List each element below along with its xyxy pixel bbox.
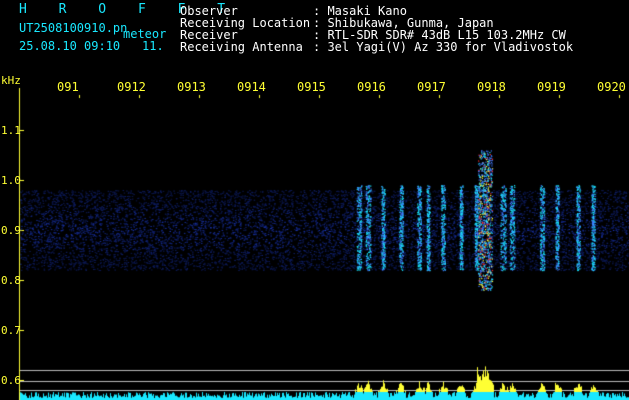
x-tick-label: 0912 [117,80,146,94]
y-tick-label: 0.7 [1,324,21,337]
x-tick-label: 0920 [597,80,626,94]
x-tick-label: 091 [57,80,79,94]
filename: UT2508100910.pn [19,21,128,35]
y-tick-label: 0.9 [1,224,21,237]
info-value-antenna: : 3el Yagi(V) Az 330 for Vladivostok [313,40,574,54]
x-tick-label: 0913 [177,80,206,94]
x-tick-label: 0915 [297,80,326,94]
y-tick-label: 1.0 [1,174,21,187]
x-tick-label: 0916 [357,80,386,94]
y-tick-label: 0.6 [1,374,21,387]
y-axis-unit-label: kHz [1,74,21,87]
x-tick-label: 0917 [417,80,446,94]
spectrogram-waterfall [0,0,629,400]
x-tick-label: 0919 [537,80,566,94]
info-label-antenna: Receiving Antenna [180,40,303,54]
count-label: 11. [142,39,164,53]
y-tick-label: 0.8 [1,274,21,287]
x-tick-label: 0914 [237,80,266,94]
y-tick-label: 1.1 [1,124,21,137]
hrofft-screen: H R O F F T UT2508100910.pn meteor 25.08… [0,0,629,400]
datetime: 25.08.10 09:10 [19,39,121,53]
x-tick-label: 0918 [477,80,506,94]
